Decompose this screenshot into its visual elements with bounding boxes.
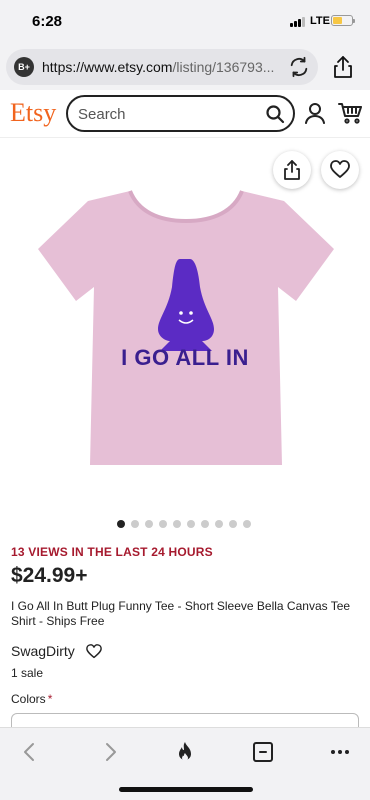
carousel-dot[interactable] — [159, 520, 167, 528]
share-icon — [284, 160, 300, 180]
product-title: I Go All In Butt Plug Funny Tee - Short … — [11, 599, 351, 628]
more-menu-icon[interactable] — [328, 740, 352, 764]
search-icon[interactable] — [265, 104, 285, 124]
carousel-dot[interactable] — [201, 520, 209, 528]
views-notice: 13 VIEWS IN THE LAST 24 HOURS — [11, 545, 213, 559]
product-tshirt-image — [38, 190, 334, 465]
sales-count: 1 sale — [11, 666, 44, 680]
browser-address-row: B+ https://www.etsy.com/listing/136793..… — [0, 44, 370, 90]
heart-icon — [330, 160, 350, 178]
profile-badge-icon[interactable]: B+ — [14, 57, 34, 77]
flame-icon[interactable] — [173, 740, 197, 764]
carousel-dot[interactable] — [173, 520, 181, 528]
browser-share-icon[interactable] — [332, 55, 354, 79]
tabs-icon[interactable] — [251, 740, 275, 764]
carousel-dot[interactable] — [215, 520, 223, 528]
carousel-dot[interactable] — [229, 520, 237, 528]
search-input[interactable]: Search — [66, 95, 295, 132]
favorite-button[interactable] — [321, 151, 359, 189]
product-price: $24.99+ — [11, 564, 88, 587]
battery-icon — [331, 15, 355, 26]
share-button[interactable] — [273, 151, 311, 189]
cart-icon[interactable] — [338, 102, 362, 124]
favorite-shop-heart-icon[interactable] — [86, 644, 102, 659]
carousel-dot[interactable] — [145, 520, 153, 528]
etsy-logo[interactable]: Etsy — [10, 98, 56, 128]
required-mark: * — [47, 692, 53, 706]
status-time: 6:28 — [32, 13, 63, 30]
home-indicator — [119, 787, 253, 792]
carousel-dot[interactable] — [243, 520, 251, 528]
forward-icon[interactable] — [98, 740, 122, 764]
shop-name-link[interactable]: SwagDirty — [11, 643, 75, 659]
carousel-indicator[interactable] — [117, 520, 251, 528]
account-icon[interactable] — [304, 102, 326, 124]
search-placeholder: Search — [78, 106, 126, 123]
signal-icon — [290, 17, 305, 27]
carousel-dot[interactable] — [187, 520, 195, 528]
carousel-dot[interactable] — [131, 520, 139, 528]
status-bar: 6:28 LTE — [0, 0, 370, 44]
url-text[interactable]: https://www.etsy.com/listing/136793... — [42, 59, 282, 75]
carousel-dot[interactable] — [117, 520, 125, 528]
shirt-print-text: I GO ALL IN — [121, 345, 249, 370]
product-image-carousel[interactable]: I GO ALL IN — [0, 139, 370, 509]
network-label: LTE — [310, 15, 330, 27]
option-label: Colors * — [11, 692, 53, 706]
address-bar[interactable]: B+ https://www.etsy.com/listing/136793..… — [6, 49, 318, 85]
back-icon[interactable] — [18, 740, 42, 764]
reload-icon[interactable] — [288, 56, 310, 78]
